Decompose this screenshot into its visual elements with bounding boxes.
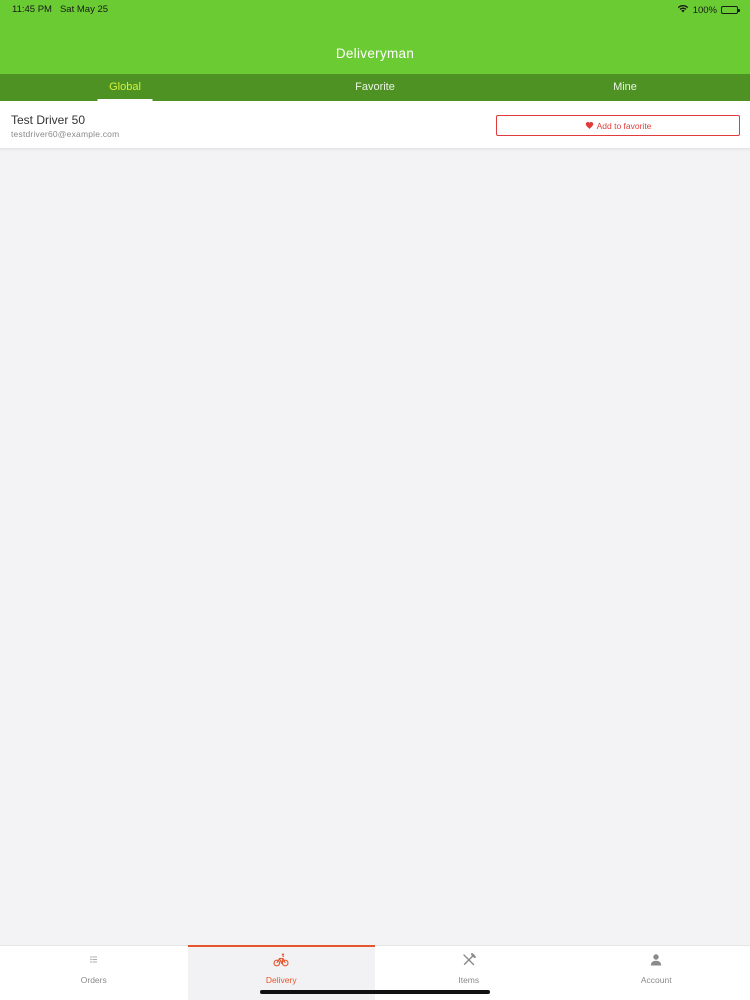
status-bar: 11:45 PM Sat May 25 100% <box>0 0 750 20</box>
home-indicator <box>260 990 490 994</box>
driver-name: Test Driver 50 <box>11 113 86 127</box>
app-header: Deliveryman <box>0 20 750 74</box>
user-icon <box>651 954 662 966</box>
tab-mine[interactable]: Mine <box>500 74 750 101</box>
status-left: 11:45 PM Sat May 25 <box>12 4 108 15</box>
driver-list: Test Driver 50 testdriver60@example.com … <box>0 101 750 149</box>
nav-orders-label: Orders <box>80 975 107 985</box>
nav-account[interactable]: Account <box>563 946 750 1000</box>
status-right: 100% <box>677 4 740 16</box>
list-item: Test Driver 50 testdriver60@example.com … <box>0 101 750 149</box>
tab-bar: Global Favorite Mine <box>0 74 750 101</box>
tab-global[interactable]: Global <box>0 74 250 101</box>
battery-percent: 100% <box>692 4 717 16</box>
add-to-favorite-label: Add to favorite <box>596 120 652 131</box>
utensils-icon <box>463 953 476 966</box>
nav-account-label: Account <box>640 975 672 985</box>
tab-favorite[interactable]: Favorite <box>250 74 500 101</box>
bicycle-icon <box>273 953 289 967</box>
nav-orders[interactable]: Orders <box>0 946 188 1000</box>
page-title: Deliveryman <box>335 46 415 61</box>
add-to-favorite-button[interactable]: Add to favorite <box>496 115 740 136</box>
nav-delivery-label: Delivery <box>265 975 297 985</box>
battery-icon <box>721 6 740 14</box>
heart-icon <box>585 121 593 129</box>
nav-items-label: Items <box>458 975 480 985</box>
list-icon <box>90 956 97 963</box>
status-date: Sat May 25 <box>59 4 109 15</box>
status-time: 11:45 PM <box>12 4 52 15</box>
driver-email: testdriver60@example.com <box>11 129 120 139</box>
wifi-icon <box>677 4 689 16</box>
